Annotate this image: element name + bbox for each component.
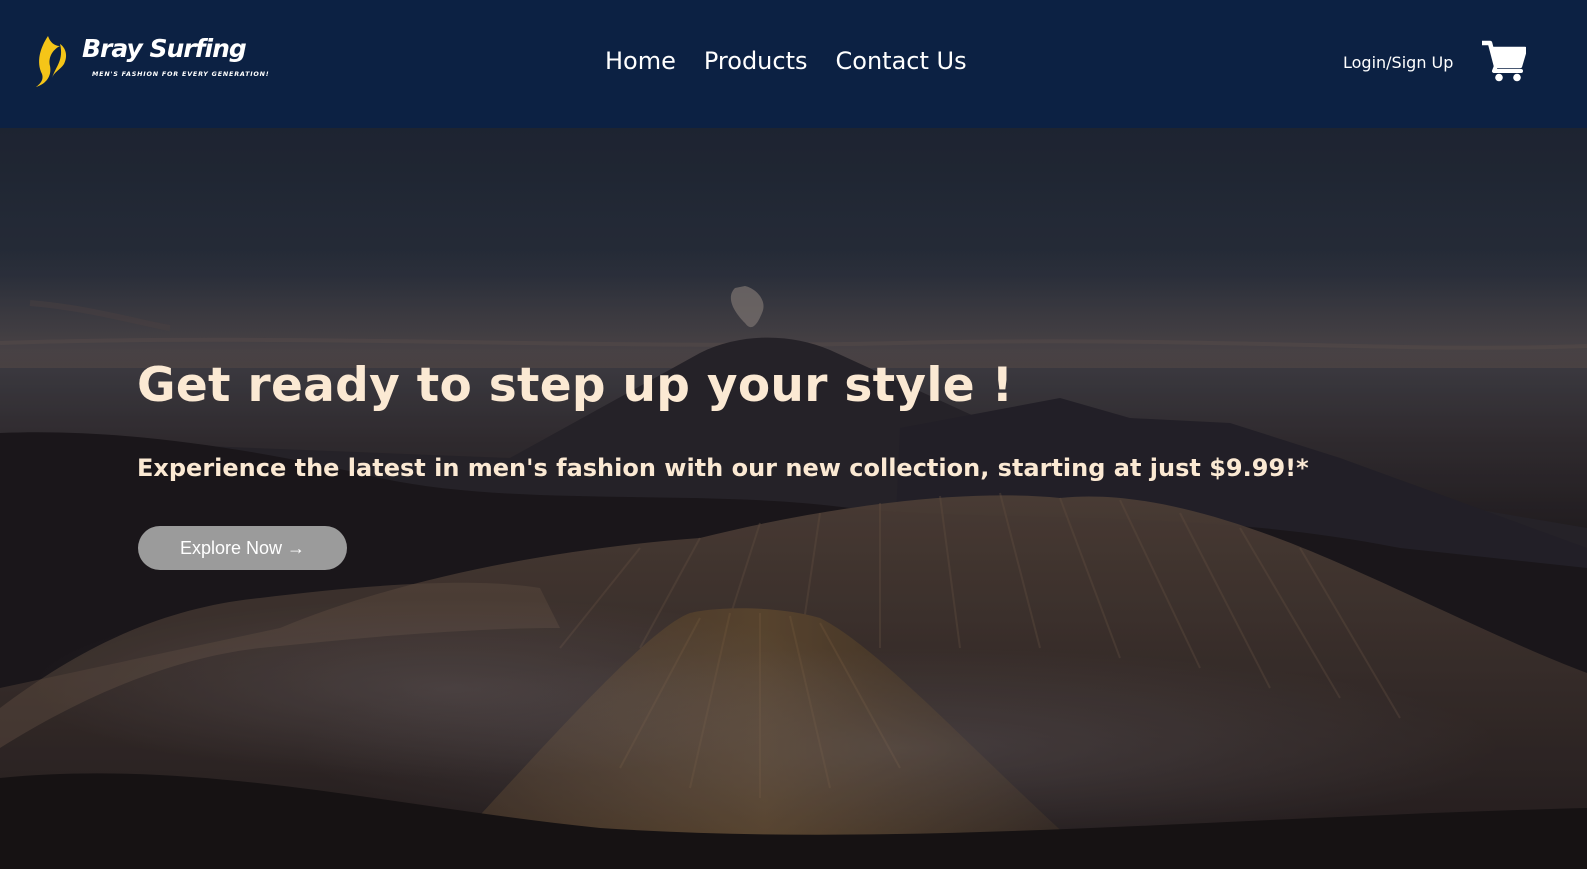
hero-background-image <box>0 128 1587 869</box>
brand-logo[interactable]: Bray Surfing MEN'S FASHION FOR EVERY GEN… <box>34 32 269 90</box>
cart-button[interactable] <box>1479 40 1528 82</box>
hero-title: Get ready to step up your style ! <box>137 358 1014 413</box>
brand-name: Bray Surfing <box>82 34 247 63</box>
hero-banner: Get ready to step up your style ! Experi… <box>0 128 1587 869</box>
brand-tagline: MEN'S FASHION FOR EVERY GENERATION! <box>92 70 270 78</box>
nav-link-home[interactable]: Home <box>605 47 676 75</box>
main-nav: Home Products Contact Us <box>605 47 967 75</box>
leaf-wave-icon <box>36 36 67 87</box>
site-header: Bray Surfing MEN'S FASHION FOR EVERY GEN… <box>0 0 1587 128</box>
nav-link-contact-us[interactable]: Contact Us <box>836 47 967 75</box>
shopping-cart-icon <box>1479 40 1528 82</box>
nav-link-products[interactable]: Products <box>704 47 808 75</box>
hero-subtitle: Experience the latest in men's fashion w… <box>137 454 1309 482</box>
explore-now-button[interactable]: Explore Now → <box>138 526 347 570</box>
login-signup-link[interactable]: Login/Sign Up <box>1343 53 1453 72</box>
